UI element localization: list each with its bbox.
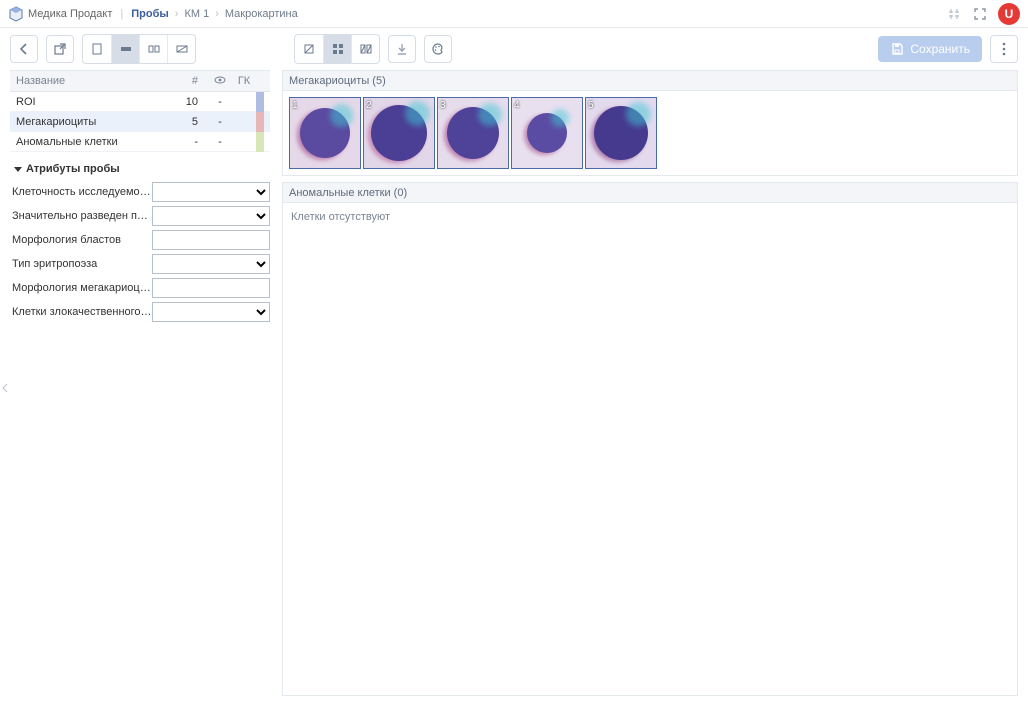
class-row[interactable]: Мегакариоциты5- [10,112,270,132]
breadcrumb: Пробы › КМ 1 › Макрокартина [131,8,298,20]
collapse-sidebar-handle[interactable] [0,70,10,706]
col-count: # [168,75,208,87]
view-mode-wide[interactable] [111,35,139,63]
grid-mode-group [294,34,380,64]
attribute-label: Клеточность исследуемого … [10,186,152,198]
cell-thumbnail[interactable]: 3 [437,97,509,169]
expand-icon[interactable] [972,6,988,22]
grid-compare[interactable] [351,35,379,63]
thumbnail-number: 3 [440,100,446,111]
class-eye: - [208,96,232,108]
grid-four[interactable] [323,35,351,63]
palette-button[interactable] [424,35,452,63]
save-button[interactable]: Сохранить [878,36,982,62]
section-abnormal: Аномальные клетки (0) Клетки отсутствуют [282,182,1018,696]
attribute-row: Клетки злокачественного но… [10,300,270,324]
attribute-select[interactable] [152,254,270,274]
attribute-label: Тип эритропоэза [10,258,152,270]
cell-thumbnail[interactable]: 4 [511,97,583,169]
section-header: Мегакариоциты (5) [283,71,1017,91]
attribute-select[interactable] [152,302,270,322]
cell-thumbnail[interactable]: 2 [363,97,435,169]
empty-message: Клетки отсутствуют [283,203,1017,231]
class-count: 5 [168,116,208,128]
thumbnail-number: 4 [514,100,520,111]
col-gk: ГК [232,75,256,87]
attribute-select[interactable] [152,206,270,226]
section-header: Аномальные клетки (0) [283,183,1017,203]
class-row[interactable]: ROI10- [10,92,270,112]
more-menu-button[interactable] [990,35,1018,63]
section-megakaryocytes: Мегакариоциты (5) 1 2 3 4 5 [282,70,1018,176]
attribute-label: Клетки злокачественного но… [10,306,152,318]
view-mode-split[interactable] [139,35,167,63]
class-eye: - [208,136,232,148]
save-icon [890,42,904,56]
brand-label: Медика Продакт [28,8,112,20]
collapse-icon[interactable] [946,6,962,22]
color-swatch [256,132,264,152]
class-name: Мегакариоциты [16,116,168,128]
class-row[interactable]: Аномальные клетки-- [10,132,270,152]
thumbnail-number: 5 [588,100,594,111]
col-eye-icon [208,74,232,89]
class-name: ROI [16,96,168,108]
main-content: Мегакариоциты (5) 1 2 3 4 5 Аномальные клетк… [272,70,1028,706]
breadcrumb-item-2: Макрокартина [225,8,298,20]
view-mode-contrast[interactable] [167,35,195,63]
logo-icon [8,6,24,22]
breadcrumb-item-1[interactable]: КМ 1 [184,8,209,20]
attribute-select[interactable] [152,182,270,202]
class-eye: - [208,116,232,128]
chevron-right-icon: › [215,8,219,20]
attributes-panel: Атрибуты пробы Клеточность исследуемого … [10,158,270,324]
grid-single[interactable] [295,35,323,63]
cell-thumbnail[interactable]: 1 [289,97,361,169]
attribute-row: Тип эритропоэза [10,252,270,276]
breadcrumb-item-0[interactable]: Пробы [131,8,169,20]
attribute-row: Клеточность исследуемого … [10,180,270,204]
class-count: - [168,136,208,148]
thumbnail-number: 2 [366,100,372,111]
cell-thumbnail[interactable]: 5 [585,97,657,169]
open-external-button[interactable] [46,35,74,63]
side-panel: Название # ГК ROI10-Мегакариоциты5-Анома… [10,70,272,706]
class-name: Аномальные клетки [16,136,168,148]
separator: | [120,8,123,20]
classes-table-header: Название # ГК [10,70,270,92]
back-button[interactable] [10,35,38,63]
color-swatch [256,112,264,132]
brand: Медика Продакт [8,6,112,22]
class-count: 10 [168,96,208,108]
avatar[interactable]: U [998,3,1020,25]
attribute-row: Морфология мегакариоцитов [10,276,270,300]
attribute-input[interactable] [152,278,270,298]
chevron-right-icon: › [175,8,179,20]
thumbnail-gallery: 1 2 3 4 5 [283,91,1017,175]
attribute-input[interactable] [152,230,270,250]
toolbar: Сохранить [0,28,1028,70]
attribute-label: Морфология бластов [10,234,152,246]
attribute-label: Морфология мегакариоцитов [10,282,152,294]
app-header: Медика Продакт | Пробы › КМ 1 › Макрокар… [0,0,1028,28]
thumbnail-number: 1 [292,100,298,111]
header-actions: U [946,3,1020,25]
attribute-row: Значительно разведен пери… [10,204,270,228]
color-swatch [256,92,264,112]
download-button[interactable] [388,35,416,63]
caret-down-icon [14,167,22,172]
attribute-row: Морфология бластов [10,228,270,252]
view-mode-group [82,34,196,64]
col-name: Название [16,75,168,87]
view-mode-page[interactable] [83,35,111,63]
attributes-header[interactable]: Атрибуты пробы [10,158,270,180]
attribute-label: Значительно разведен пери… [10,210,152,222]
